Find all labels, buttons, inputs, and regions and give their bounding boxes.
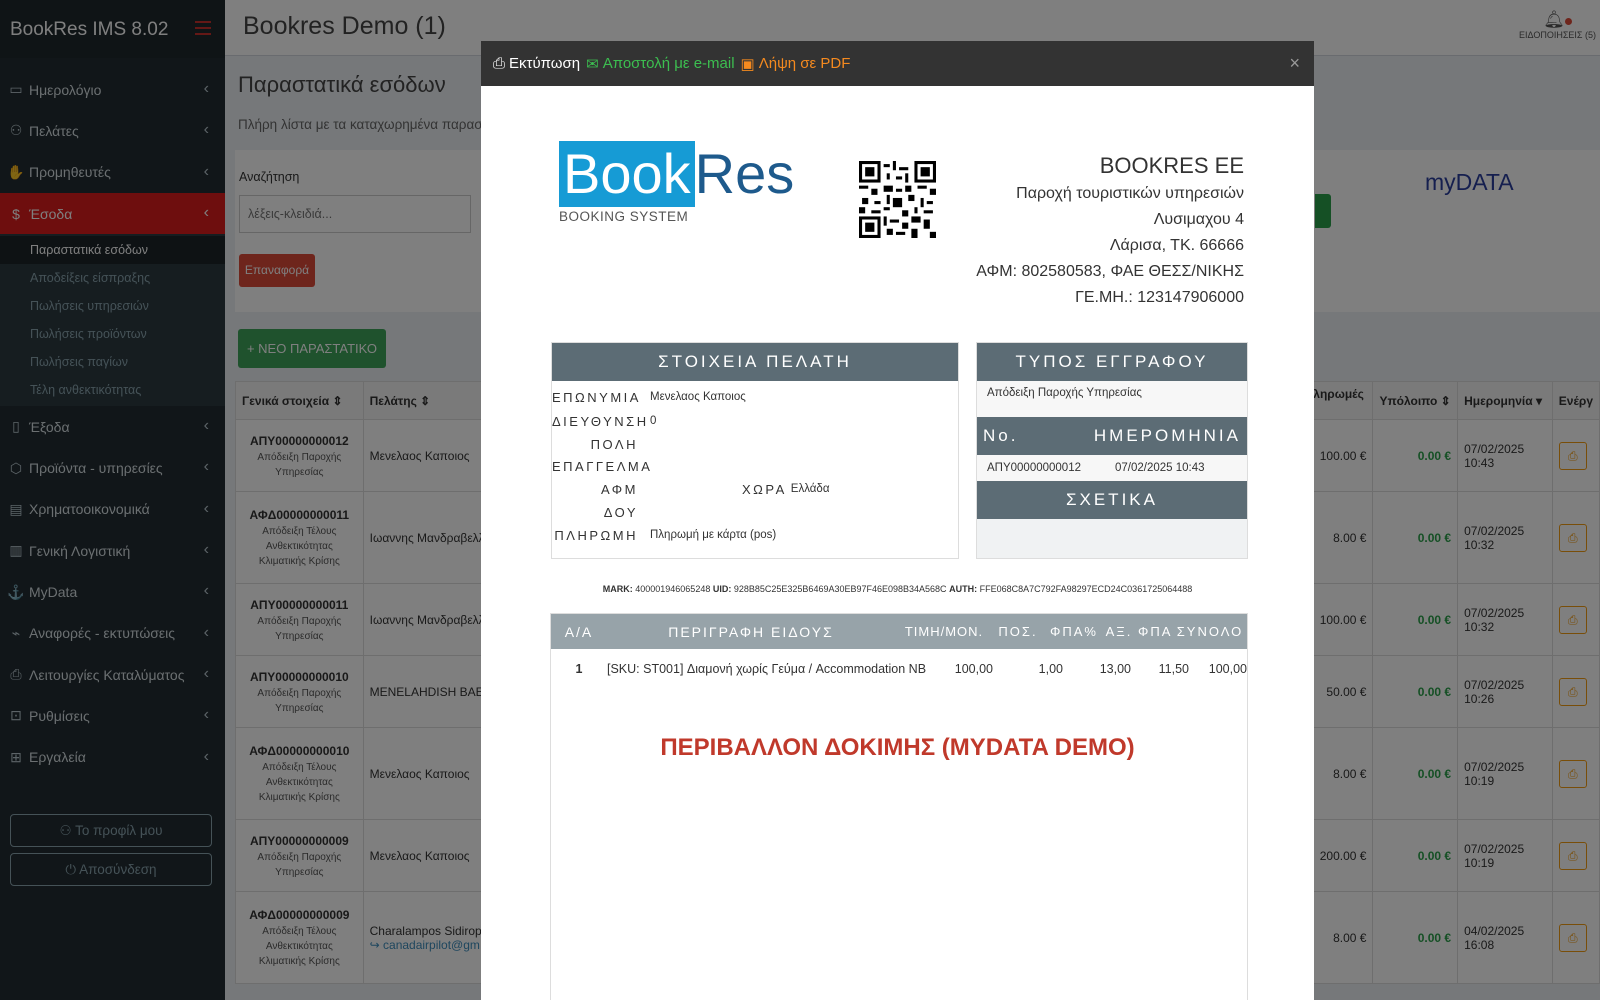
customer-city-label: ΠΟΛΗ [590, 436, 638, 452]
customer-doy-label: ΔΟΥ [603, 504, 638, 520]
document-date-label: ΗΜΕΡΟΜΗΝΙΑ [1093, 426, 1241, 445]
document-no-value: ΑΠΥ00000000012 [987, 462, 1081, 474]
customer-afm-label: ΑΦΜ [601, 481, 638, 497]
customer-country-value: Ελλάδα [790, 483, 830, 495]
email-action[interactable]: ✉ Αποστολή με e-mail [586, 55, 734, 73]
company-activity: Παροχή τουριστικών υπηρεσιών [1016, 185, 1244, 202]
line-row: 1 [SKU: ST001] Διαμονή χωρίς Γεύμα / Acc… [551, 649, 1247, 689]
customer-heading: ΣΤΟΙΧΕΙΑ ΠΕΛΑΤΗ [552, 343, 958, 381]
document-type-heading: ΤΥΠΟΣ ΕΓΓΡΑΦΟΥ [977, 343, 1247, 381]
document-type-value: Απόδειξη Παροχής Υπηρεσίας [977, 381, 1247, 417]
line-total: 100,00 [1208, 662, 1247, 676]
company-address: Λυσιμαχου 4 [1153, 211, 1244, 228]
customer-name-value: Μενελαος Καποιος [650, 391, 746, 403]
customer-address-label: ΔΙΕΥΘΥΝΣΗ [552, 413, 649, 429]
customer-country-label: ΧΩΡΑ [742, 481, 787, 497]
pdf-icon: ▣ [740, 55, 755, 73]
logo-book: Book [559, 141, 695, 207]
company-city: Λάρισα, ΤΚ. 66666 [1109, 237, 1244, 254]
col-aa: Α/Α [564, 623, 594, 640]
auth-value: FFE068C8A7C792FA98297ECD24C0361725064488 [979, 584, 1193, 594]
customer-job-label: ΕΠΑΓΓΕΛΜΑ [552, 458, 653, 474]
document-number-row: ΑΠΥ00000000012 07/02/2025 10:43 [977, 455, 1247, 481]
mark-value: 400001946065248 [635, 584, 711, 594]
invoice-modal: ⎙ Εκτύπωση ✉ Αποστολή με e-mail ▣ Λήψη σε P… [481, 41, 1314, 1000]
company-details: BOOKRES EE Παροχή τουριστικών υπηρεσιών … [976, 151, 1244, 311]
col-vat-amt: ΑΞ. ΦΠΑ [1105, 624, 1173, 639]
col-qty: ΠΟΣ. [998, 624, 1038, 639]
col-vat-pct: ΦΠΑ% [1050, 624, 1098, 639]
document-no-label: No. [983, 426, 1019, 445]
line-number: 1 [575, 662, 583, 676]
document-type-box: ΤΥΠΟΣ ΕΓΓΡΑΦΟΥ Απόδειξη Παροχής Υπηρεσία… [976, 342, 1248, 559]
line-price: 100,00 [954, 662, 993, 676]
modal-toolbar: ⎙ Εκτύπωση ✉ Αποστολή με e-mail ▣ Λήψη σε P… [481, 41, 1314, 86]
document-number-header: No. ΗΜΕΡΟΜΗΝΙΑ [977, 417, 1247, 455]
print-label: Εκτύπωση [509, 55, 581, 72]
related-heading: ΣΧΕΤΙΚΑ [977, 481, 1247, 519]
customer-address-value: 0 [650, 415, 657, 427]
logo-res: Res [694, 142, 795, 205]
print-action[interactable]: ⎙ Εκτύπωση [493, 55, 580, 72]
customer-details-box: ΣΤΟΙΧΕΙΑ ΠΕΛΑΤΗ ΕΠΩΝΥΜΙΑ Μενελαος Καποιος… [551, 342, 959, 559]
mark-label: MARK: [602, 584, 633, 594]
col-total: ΣΥΝΟΛΟ [1176, 624, 1244, 639]
pdf-label: Λήψη σε PDF [758, 55, 851, 72]
pdf-action[interactable]: ▣ Λήψη σε PDF [741, 55, 851, 73]
customer-payment-value: Πληρωμή με κάρτα (pos) [650, 529, 777, 541]
printer-icon: ⎙ [493, 55, 506, 72]
line-vat-amt: 11,50 [1158, 662, 1189, 676]
auth-label: AUTH: [949, 584, 978, 594]
close-icon[interactable]: × [1289, 53, 1300, 74]
demo-banner: ΠΕΡΙΒΑΛΛΟΝ ΔΟΚΙΜΗΣ (MYDATA DEMO) [660, 734, 1135, 761]
mydata-mark-line: MARK: 400001946065248 UID: 928B85C25E325… [481, 584, 1314, 594]
company-tax: ΑΦΜ: 802580583, ΦΑΕ ΘΕΣΣ/ΝΙΚΗΣ [976, 263, 1244, 280]
lines-header: Α/Α ΠΕΡΙΓΡΑΦΗ ΕΙΔΟΥΣ ΤΙΜΗ/ΜΟΝ. ΠΟΣ. ΦΠΑ%… [551, 614, 1247, 649]
line-qty: 1,00 [1038, 662, 1063, 676]
invoice-lines: Α/Α ΠΕΡΙΓΡΑΦΗ ΕΙΔΟΥΣ ΤΙΜΗ/ΜΟΝ. ΠΟΣ. ΦΠΑ%… [550, 613, 1248, 1000]
customer-name-label: ΕΠΩΝΥΜΙΑ [552, 389, 641, 405]
email-label: Αποστολή με e-mail [602, 55, 735, 72]
document-date-value: 07/02/2025 10:43 [1115, 462, 1205, 474]
col-unit-price: ΤΙΜΗ/ΜΟΝ. [904, 624, 984, 639]
uid-label: UID: [712, 584, 732, 594]
uid-value: 928B85C25E325B6469A30EB97F46E098B34A568C [733, 584, 947, 594]
envelope-icon: ✉ [586, 55, 599, 73]
qr-code-icon [859, 161, 936, 238]
company-name: BOOKRES EE [1099, 153, 1244, 178]
col-description: ΠΕΡΙΓΡΑΦΗ ΕΙΔΟΥΣ [668, 623, 834, 640]
line-description: [SKU: ST001] Διαμονή χωρίς Γεύμα / Accom… [607, 662, 927, 676]
bookres-logo: BookRes BOOKING SYSTEM [559, 141, 794, 224]
line-vat-pct: 13,00 [1099, 662, 1131, 676]
customer-payment-label: ΠΛΗΡΩΜΗ [554, 527, 638, 543]
company-gemi: ΓΕ.ΜΗ.: 123147906000 [1075, 289, 1244, 306]
logo-tagline: BOOKING SYSTEM [559, 209, 689, 224]
